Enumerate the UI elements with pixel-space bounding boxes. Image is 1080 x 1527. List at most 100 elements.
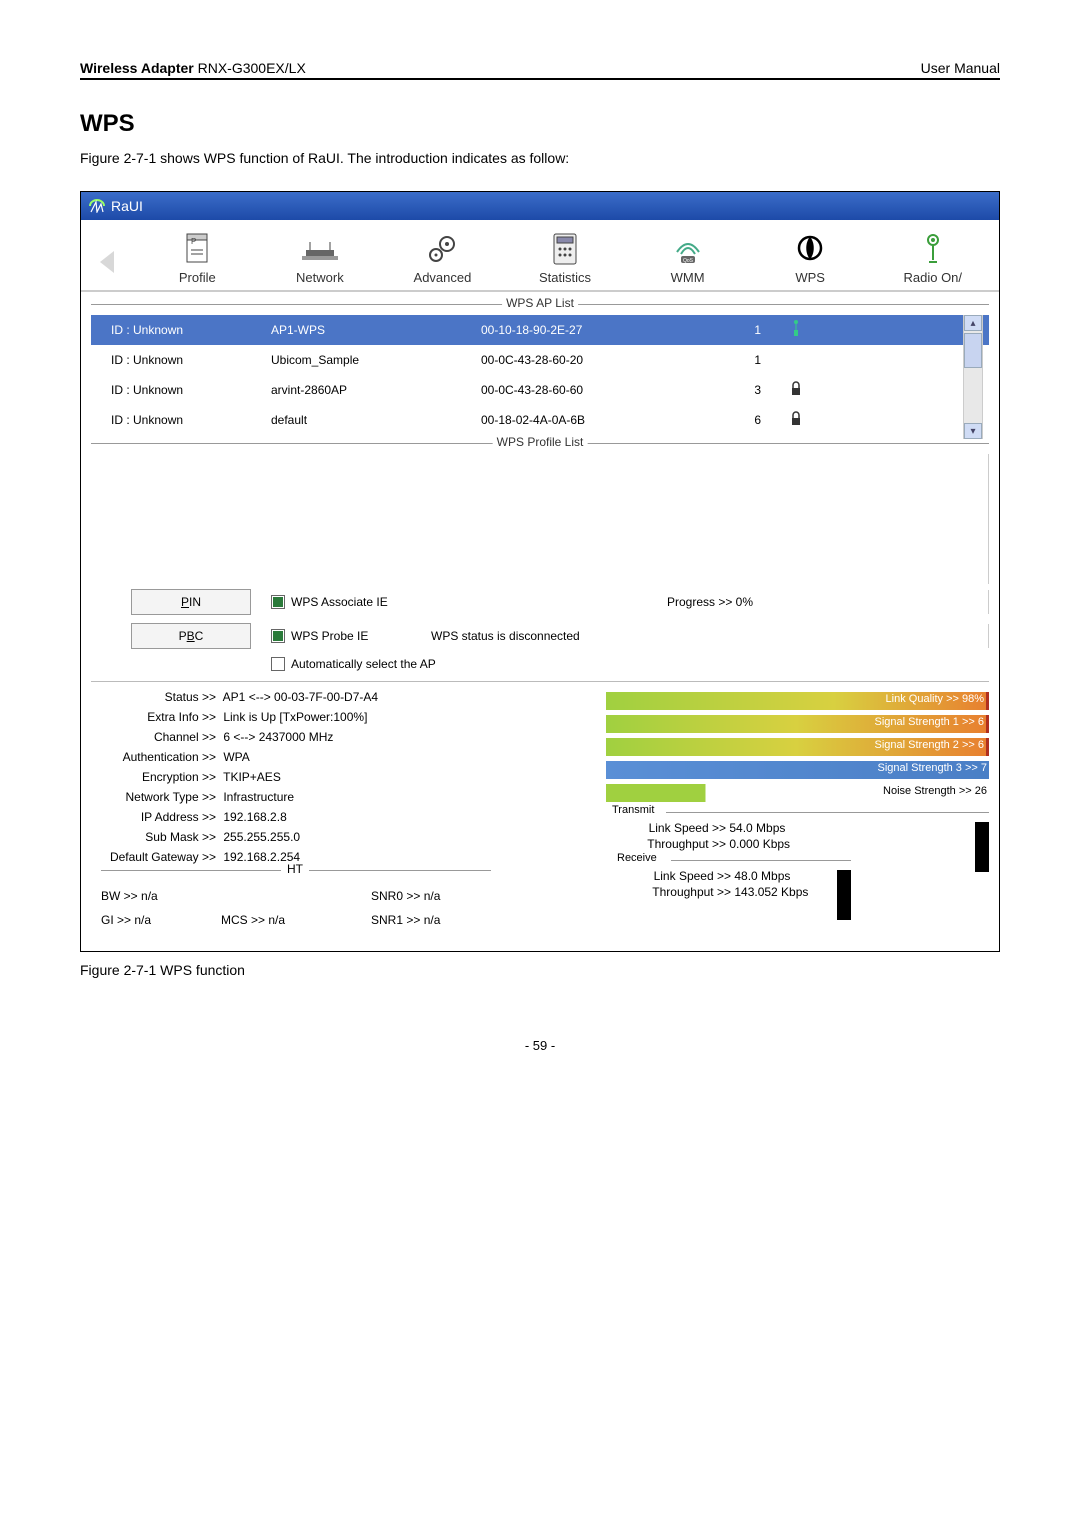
checkbox-auto-select[interactable] xyxy=(271,657,285,671)
controls-row-3: Automatically select the AP xyxy=(271,657,989,671)
extra-info-value: Link is Up [TxPower:100%] xyxy=(223,710,367,724)
bw-label: BW >> xyxy=(101,889,138,903)
gi-label: GI >> xyxy=(101,913,131,927)
pbc-button[interactable]: PBC xyxy=(131,623,251,649)
ap-channel: 3 xyxy=(681,383,781,397)
ap-row-selected[interactable]: ID : Unknown AP1-WPS 00-10-18-90-2E-27 1 xyxy=(91,315,989,345)
mcs-value: n/a xyxy=(268,913,285,927)
ap-name: arvint-2860AP xyxy=(271,383,481,397)
ap-mac: 00-18-02-4A-0A-6B xyxy=(481,413,681,427)
wps-icon xyxy=(749,230,872,268)
receive-block: Receive Link Speed >> 48.0 Mbps Throughp… xyxy=(611,860,851,905)
gi-value: n/a xyxy=(134,913,151,927)
rx-throughput-label: Throughput >> xyxy=(631,885,731,899)
submask-label: Sub Mask >> xyxy=(91,830,216,844)
link-quality-text: Link Quality >> 98% xyxy=(886,693,984,705)
ap-id: ID : Unknown xyxy=(91,383,271,397)
signal-strength-3-text: Signal Strength 3 >> 7 xyxy=(878,762,987,774)
signal-panel: Link Quality >> 98% Signal Strength 1 >>… xyxy=(591,690,989,870)
scroll-down-icon[interactable]: ▾ xyxy=(964,423,982,439)
wps-ap-list-label: WPS AP List xyxy=(502,296,578,310)
wps-profile-list-fieldset: WPS Profile List xyxy=(91,443,989,444)
page-number: - 59 - xyxy=(80,1038,1000,1053)
snr0-value: n/a xyxy=(424,889,441,903)
wmm-icon: QoS xyxy=(626,230,749,268)
ap-mac: 00-10-18-90-2E-27 xyxy=(481,323,681,337)
ap-name: AP1-WPS xyxy=(271,323,481,337)
checkbox-probe-ie[interactable] xyxy=(271,629,285,643)
signal-icon xyxy=(781,320,811,341)
check-mark-icon xyxy=(273,597,283,607)
tx-sparkline xyxy=(975,822,989,872)
app-icon xyxy=(89,199,105,213)
ap-id: ID : Unknown xyxy=(91,323,271,337)
ap-name: default xyxy=(271,413,481,427)
rx-sparkline xyxy=(837,870,851,920)
profile-icon: P xyxy=(136,230,259,268)
back-arrow-icon[interactable] xyxy=(86,247,136,285)
tab-advanced[interactable]: Advanced xyxy=(381,230,504,285)
mcs-label: MCS >> xyxy=(221,913,265,927)
bw-value: n/a xyxy=(141,889,158,903)
snr0-label: SNR0 >> xyxy=(371,889,420,903)
tab-network[interactable]: Network xyxy=(259,230,382,285)
connection-info: Status >> AP1 <--> 00-03-7F-00-D7-A4 Ext… xyxy=(91,690,591,870)
tab-statistics-label: Statistics xyxy=(504,270,627,285)
progress-text: Progress >> 0% xyxy=(441,595,979,609)
network-type-label: Network Type >> xyxy=(91,790,216,804)
tab-wps[interactable]: WPS xyxy=(749,230,872,285)
radio-on-icon xyxy=(871,230,994,268)
checkbox-associate-ie[interactable] xyxy=(271,595,285,609)
pin-button[interactable]: PIN xyxy=(131,589,251,615)
signal-strength-1-text: Signal Strength 1 >> 6 xyxy=(875,716,984,728)
rx-throughput-value: 143.052 Kbps xyxy=(734,885,808,899)
tab-statistics[interactable]: Statistics xyxy=(504,230,627,285)
transmit-label: Transmit xyxy=(606,804,660,816)
ap-id: ID : Unknown xyxy=(91,353,271,367)
svg-text:P: P xyxy=(191,237,196,246)
divider xyxy=(91,681,989,682)
tx-throughput-label: Throughput >> xyxy=(626,837,726,851)
tab-radio[interactable]: Radio On/ xyxy=(871,230,994,285)
intro-text: Figure 2-7-1 shows WPS function of RaUI.… xyxy=(80,150,1000,166)
ap-channel: 1 xyxy=(681,323,781,337)
wps-ap-list-fieldset: WPS AP List xyxy=(91,304,989,305)
encryption-value: TKIP+AES xyxy=(223,770,281,784)
transmit-block: Transmit Link Speed >> 54.0 Mbps Through… xyxy=(606,812,989,857)
wps-profile-list xyxy=(131,454,989,584)
ap-row[interactable]: ID : Unknown Ubicom_Sample 00-0C-43-28-6… xyxy=(91,345,989,375)
tab-profile[interactable]: P Profile xyxy=(136,230,259,285)
ht-label: HT xyxy=(281,862,309,876)
rx-linkspeed-value: 48.0 Mbps xyxy=(734,869,790,883)
tab-profile-label: Profile xyxy=(136,270,259,285)
lock-icon xyxy=(781,411,811,430)
extra-info-label: Extra Info >> xyxy=(91,710,216,724)
wps-status-text: WPS status is disconnected xyxy=(411,629,979,643)
cb-auto-label: Automatically select the AP xyxy=(291,657,436,671)
tab-wmm[interactable]: QoS WMM xyxy=(626,230,749,285)
scroll-up-icon[interactable]: ▴ xyxy=(964,315,982,331)
document-page: Wireless Adapter RNX-G300EX/LX User Manu… xyxy=(0,0,1080,1093)
wps-profile-list-label: WPS Profile List xyxy=(493,435,588,449)
ap-row[interactable]: ID : Unknown arvint-2860AP 00-0C-43-28-6… xyxy=(91,375,989,405)
ip-label: IP Address >> xyxy=(91,810,216,824)
cb-assoc-label: WPS Associate IE xyxy=(291,595,441,609)
gateway-label: Default Gateway >> xyxy=(91,850,216,864)
ap-channel: 6 xyxy=(681,413,781,427)
tx-throughput-value: 0.000 Kbps xyxy=(729,837,790,851)
section-title: WPS xyxy=(80,110,1000,138)
signal-strength-2-text: Signal Strength 2 >> 6 xyxy=(875,739,984,751)
ap-row[interactable]: ID : Unknown default 00-18-02-4A-0A-6B 6 xyxy=(91,405,989,435)
noise-strength-text: Noise Strength >> 26 xyxy=(883,785,987,797)
encryption-label: Encryption >> xyxy=(91,770,216,784)
lock-icon xyxy=(781,381,811,400)
scrollbar-thumb[interactable] xyxy=(964,333,982,368)
toolbar: P Profile Network Advanced Statistics Qo… xyxy=(81,220,999,292)
auth-label: Authentication >> xyxy=(91,750,216,764)
calculator-icon xyxy=(504,230,627,268)
status-value: AP1 <--> 00-03-7F-00-D7-A4 xyxy=(223,690,378,704)
channel-value: 6 <--> 2437000 MHz xyxy=(223,730,333,744)
ap-mac: 00-0C-43-28-60-60 xyxy=(481,383,681,397)
header-left: Wireless Adapter RNX-G300EX/LX xyxy=(80,60,306,76)
titlebar[interactable]: RaUI xyxy=(81,192,999,220)
